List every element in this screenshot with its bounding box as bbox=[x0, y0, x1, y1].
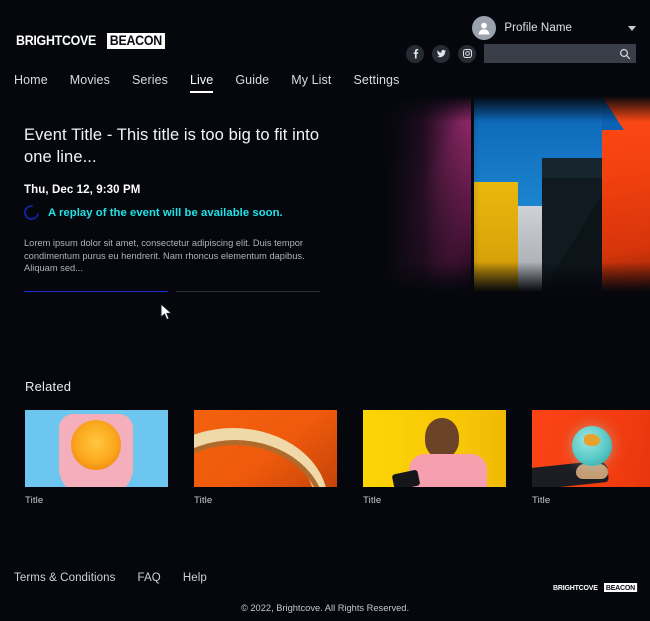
header-utilities bbox=[406, 44, 636, 63]
more-info-button[interactable]: i More Info bbox=[24, 290, 168, 292]
logo-brightcove-text: BRIGHTCOVE bbox=[16, 33, 97, 48]
facebook-icon[interactable] bbox=[406, 44, 424, 63]
thumb-shape-shirt bbox=[409, 454, 487, 487]
brightcove-beacon-logo[interactable]: BRIGHTCOVE BEACON bbox=[16, 32, 170, 49]
hero-details: Event Title - This title is too big to f… bbox=[21, 124, 324, 292]
footer-link-terms[interactable]: Terms & Conditions bbox=[14, 572, 116, 584]
user-avatar-icon bbox=[472, 16, 497, 40]
footer-logo-beacon-text: BEACON bbox=[604, 582, 638, 592]
nav-item-guide[interactable]: Guide bbox=[235, 73, 269, 91]
main-navigation: Home Movies Series Live Guide My List Se… bbox=[14, 73, 399, 93]
mouse-cursor bbox=[160, 302, 174, 327]
nav-item-home[interactable]: Home bbox=[14, 73, 48, 91]
thumb-shape-landmass bbox=[584, 434, 600, 446]
nav-item-live[interactable]: Live bbox=[189, 73, 214, 93]
event-description: Lorem ipsum dolor sit amet, consectetur … bbox=[24, 238, 305, 273]
related-carousel: Title Title Title Title bbox=[25, 410, 650, 506]
search-input[interactable] bbox=[484, 45, 619, 62]
footer-brightcove-beacon-logo: BRIGHTCOVE BEACON bbox=[553, 582, 640, 592]
site-header: BRIGHTCOVE BEACON Profile Name Home Movi… bbox=[0, 0, 650, 96]
event-date: Thu, Dec 12, 9:30 PM bbox=[24, 184, 141, 196]
twitter-icon[interactable] bbox=[432, 44, 450, 63]
replay-status-text: A replay of the event will be available … bbox=[48, 206, 283, 219]
profile-name-label: Profile Name bbox=[504, 22, 572, 34]
hero-gradient-bottom bbox=[330, 262, 650, 292]
related-card-thumbnail[interactable] bbox=[363, 410, 506, 487]
hero-backdrop-image bbox=[330, 96, 650, 292]
related-card-title: Title bbox=[532, 495, 551, 506]
thumb-shape-phone bbox=[391, 469, 421, 487]
related-heading: Related bbox=[25, 379, 72, 394]
logo-beacon-text: BEACON bbox=[107, 32, 165, 49]
related-card[interactable]: Title bbox=[363, 410, 506, 506]
app-page: BRIGHTCOVE BEACON Profile Name Home Movi… bbox=[0, 0, 650, 621]
related-card-thumbnail[interactable] bbox=[532, 410, 650, 487]
footer-links: Terms & Conditions FAQ Help bbox=[14, 572, 207, 584]
related-card-thumbnail[interactable] bbox=[194, 410, 337, 487]
hero-section: Event Title - This title is too big to f… bbox=[0, 96, 650, 292]
favorite-button[interactable]: Favorite bbox=[176, 290, 320, 292]
replay-status: A replay of the event will be available … bbox=[21, 202, 324, 223]
loading-spinner-icon bbox=[21, 202, 42, 223]
search-field-wrapper[interactable] bbox=[484, 44, 636, 63]
chevron-down-icon[interactable] bbox=[628, 25, 636, 31]
nav-item-my-list[interactable]: My List bbox=[291, 73, 331, 91]
nav-item-series[interactable]: Series bbox=[132, 73, 168, 91]
copyright-text: © 2022, Brightcove. All Rights Reserved. bbox=[240, 603, 410, 613]
hero-gradient-top bbox=[330, 96, 650, 122]
related-card-title: Title bbox=[194, 495, 213, 506]
related-card[interactable]: Title bbox=[194, 410, 337, 506]
site-footer: Terms & Conditions FAQ Help BRIGHTCOVE B… bbox=[0, 560, 650, 621]
thumb-shape-globe bbox=[572, 426, 612, 466]
profile-menu[interactable]: Profile Name bbox=[472, 16, 636, 40]
footer-link-help[interactable]: Help bbox=[183, 572, 207, 584]
thumb-shape-orange-slice bbox=[71, 420, 121, 470]
instagram-icon[interactable] bbox=[458, 44, 476, 63]
hero-art-dark-roof bbox=[542, 158, 602, 178]
hero-actions: i More Info Favorite bbox=[24, 290, 324, 292]
thumb-shape-head bbox=[425, 418, 459, 458]
nav-item-settings[interactable]: Settings bbox=[353, 73, 399, 91]
related-card-thumbnail[interactable] bbox=[25, 410, 168, 487]
footer-link-faq[interactable]: FAQ bbox=[138, 572, 161, 584]
related-card-title: Title bbox=[25, 495, 44, 506]
related-card-title: Title bbox=[363, 495, 382, 506]
thumb-shape-hand bbox=[576, 464, 608, 479]
related-card[interactable]: Title bbox=[25, 410, 168, 506]
nav-item-movies[interactable]: Movies bbox=[70, 73, 110, 91]
footer-logo-brightcove-text: BRIGHTCOVE bbox=[553, 582, 598, 592]
search-icon[interactable] bbox=[618, 47, 631, 60]
event-title: Event Title - This title is too big to f… bbox=[24, 126, 320, 166]
related-card[interactable]: Title bbox=[532, 410, 650, 506]
